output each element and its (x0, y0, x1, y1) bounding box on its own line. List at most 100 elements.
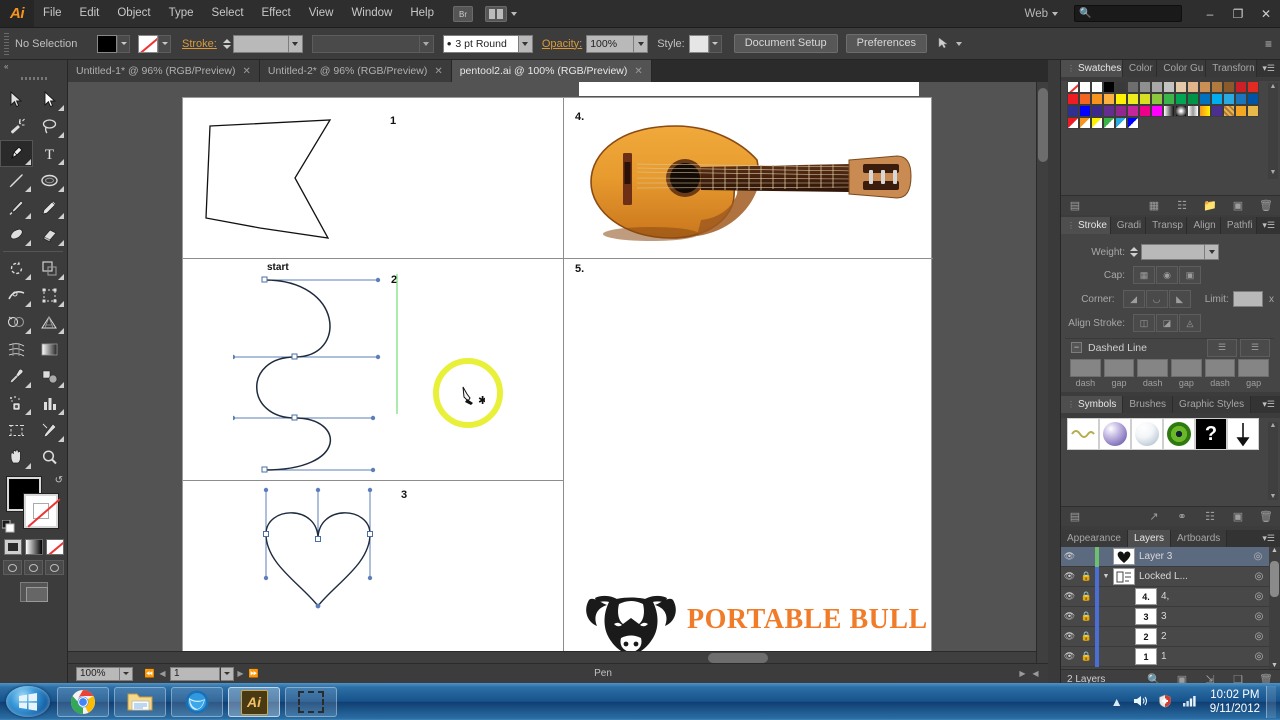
layers-scrollbar[interactable]: ▲ ▼ (1269, 547, 1280, 669)
swatch[interactable] (1067, 105, 1079, 117)
eraser-tool[interactable] (33, 221, 66, 248)
menu-window[interactable]: Window (342, 0, 401, 27)
tab-transform[interactable]: Transforn (1206, 60, 1257, 77)
graphic-style-dropdown[interactable] (709, 35, 722, 53)
swatch[interactable] (1127, 81, 1139, 93)
swatch[interactable] (1079, 93, 1091, 105)
visibility-toggle-icon[interactable]: 👁 (1061, 551, 1078, 562)
action-center-icon[interactable] (1158, 694, 1172, 711)
round-join-button[interactable]: ◡ (1146, 290, 1168, 308)
artboard[interactable]: 1 start 2 (182, 97, 932, 663)
swatch[interactable] (1211, 81, 1223, 93)
draw-inside-button[interactable] (45, 560, 64, 575)
opacity-field[interactable]: 100% (586, 35, 634, 53)
tool-status-text[interactable]: Pen (260, 668, 1016, 679)
layer-row-3[interactable]: 👁 🔒 3 3 ◎ (1061, 607, 1280, 627)
place-symbol-instance-icon[interactable]: ↗ (1140, 510, 1168, 523)
free-transform-tool[interactable] (33, 282, 66, 309)
zoom-level-dropdown[interactable] (120, 667, 133, 681)
swatch[interactable] (1235, 81, 1247, 93)
layer-row-2[interactable]: 👁 🔒 2 2 ◎ (1061, 627, 1280, 647)
close-icon[interactable]: ✕ (434, 66, 442, 77)
swatch[interactable] (1067, 93, 1079, 105)
miter-join-button[interactable]: ◢ (1123, 290, 1145, 308)
break-link-icon[interactable]: ⚭ (1168, 510, 1196, 523)
swatch[interactable] (1103, 93, 1115, 105)
gap-field-3[interactable]: gap (1238, 359, 1269, 388)
eyedropper-tool[interactable] (0, 363, 33, 390)
weight-dropdown[interactable] (1205, 244, 1219, 260)
column-graph-tool[interactable] (33, 390, 66, 417)
document-setup-button[interactable]: Document Setup (734, 34, 838, 53)
close-icon[interactable]: ✕ (242, 66, 250, 77)
swatch-registration[interactable] (1079, 81, 1091, 93)
show-swatch-kinds-icon[interactable]: ▦ (1140, 199, 1168, 212)
swatch-gradient[interactable] (1091, 117, 1103, 129)
hand-tool[interactable] (0, 444, 33, 471)
swatch-pattern-tan[interactable] (1223, 105, 1235, 117)
ellipse-tool[interactable] (33, 167, 66, 194)
menu-help[interactable]: Help (401, 0, 443, 27)
tab-color-guide[interactable]: Color Gu (1157, 60, 1206, 77)
lock-toggle-icon[interactable]: 🔒 (1078, 571, 1095, 582)
swatch-gradient-stripes[interactable] (1187, 105, 1199, 117)
swatch[interactable] (1163, 93, 1175, 105)
taskbar-clock[interactable]: 10:02 PM 9/11/2012 (1210, 688, 1260, 716)
chevron-down-icon[interactable] (956, 42, 962, 46)
none-mode-button[interactable] (46, 539, 64, 555)
swatch[interactable] (1247, 93, 1259, 105)
tab-swatches[interactable]: ⋮Swatches (1061, 60, 1123, 77)
scroll-up-icon[interactable]: ▲ (1269, 83, 1277, 93)
layer-row-locked-layer[interactable]: 👁 🔒 ▼ Locked L... ◎ (1061, 567, 1280, 587)
swatch[interactable] (1151, 81, 1163, 93)
menu-effect[interactable]: Effect (253, 0, 300, 27)
limit-field[interactable] (1233, 291, 1263, 307)
swatch[interactable] (1247, 81, 1259, 93)
swatch[interactable] (1247, 105, 1259, 117)
swatch[interactable] (1151, 105, 1163, 117)
align-stroke-inside-button[interactable]: ◪ (1156, 314, 1178, 332)
opacity-label[interactable]: Opacity: (542, 38, 582, 50)
swatch[interactable] (1115, 81, 1127, 93)
volume-icon[interactable] (1133, 694, 1148, 711)
pen-tool[interactable] (0, 140, 33, 167)
tab-appearance[interactable]: Appearance (1061, 530, 1128, 547)
tools-panel-grip[interactable] (19, 73, 49, 83)
guitar-photo[interactable] (581, 120, 926, 245)
target-indicator-icon[interactable]: ◎ (1248, 611, 1270, 622)
brush-definition-dropdown[interactable] (519, 35, 533, 53)
swatch-options-icon[interactable]: ☷ (1168, 199, 1196, 212)
new-symbol-icon[interactable]: ▣ (1224, 510, 1252, 523)
layer-name[interactable]: 4, (1161, 591, 1248, 602)
swatch-gradient-orange[interactable] (1199, 105, 1211, 117)
scroll-up-icon[interactable]: ▲ (1269, 422, 1277, 429)
layer-row-layer-3[interactable]: 👁 Layer 3 ◎ (1061, 547, 1280, 567)
layer-name[interactable]: Layer 3 (1139, 551, 1247, 562)
scale-tool[interactable] (33, 255, 66, 282)
fill-color-swatch[interactable] (97, 35, 117, 53)
lock-toggle-icon[interactable]: 🔒 (1078, 591, 1095, 602)
menu-edit[interactable]: Edit (71, 0, 109, 27)
chevron-down-icon[interactable] (511, 12, 517, 16)
target-indicator-icon[interactable]: ◎ (1248, 591, 1270, 602)
round-cap-button[interactable]: ◉ (1156, 266, 1178, 284)
swatch-pattern-purple[interactable] (1211, 105, 1223, 117)
gradient-mode-button[interactable] (25, 539, 43, 555)
tab-transparency[interactable]: Transp (1146, 217, 1187, 234)
swatch[interactable] (1091, 93, 1103, 105)
purple-sphere-symbol[interactable] (1099, 418, 1131, 450)
symbols-panel-body[interactable]: ? ▲ ▼ (1061, 418, 1280, 506)
projecting-cap-button[interactable]: ▣ (1179, 266, 1201, 284)
first-artboard-button[interactable]: ⏪ (143, 669, 156, 678)
target-indicator-icon[interactable]: ◎ (1248, 651, 1270, 662)
change-screen-mode-button[interactable] (20, 582, 48, 602)
heart-path[interactable] (251, 484, 431, 614)
butt-cap-button[interactable]: ▦ (1133, 266, 1155, 284)
status-expand-button[interactable]: ▶ (1016, 669, 1029, 678)
canvas-area[interactable]: 1 start 2 (68, 82, 1048, 663)
swatch[interactable] (1127, 105, 1139, 117)
swatch[interactable] (1223, 93, 1235, 105)
opacity-dropdown[interactable] (634, 35, 648, 53)
draw-behind-button[interactable] (24, 560, 43, 575)
menu-object[interactable]: Object (108, 0, 159, 27)
